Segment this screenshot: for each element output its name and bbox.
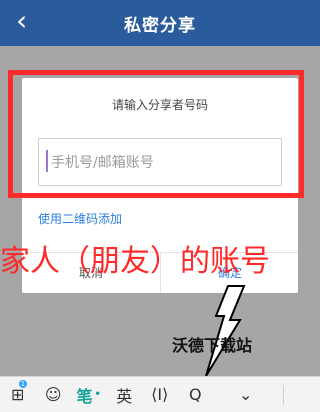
search-icon[interactable]: Q (178, 377, 214, 412)
grid-icon[interactable]: ⊞ 1 (0, 377, 36, 412)
qr-code-add-link[interactable]: 使用二维码添加 (38, 210, 122, 227)
watermark-text: 沃德下载站 (172, 336, 253, 355)
page-title: 私密分享 (124, 15, 196, 36)
red-highlight-box (8, 70, 304, 198)
english-mode-button[interactable]: 英 (107, 377, 143, 412)
top-header: ‹ 私密分享 (0, 0, 320, 46)
back-chevron-icon[interactable]: ‹ (16, 7, 27, 35)
ime-toolbar: ⊞ 1 ☺ 笔 • 英 ⟨I⟩ Q ⌄ (0, 376, 320, 412)
red-annotation-text: 家人（朋友）的账号 (0, 244, 270, 276)
emoji-icon[interactable]: ☺ (36, 377, 72, 412)
badge-dot: 1 (19, 380, 27, 388)
hide-keyboard-icon[interactable]: ⌄ (228, 377, 264, 412)
pointer-arrow-icon (205, 285, 246, 377)
cursor-icon[interactable]: ⟨I⟩ (142, 377, 178, 412)
pen-mode-button[interactable]: 笔 • (71, 377, 107, 412)
toolbar-divider (283, 385, 284, 405)
